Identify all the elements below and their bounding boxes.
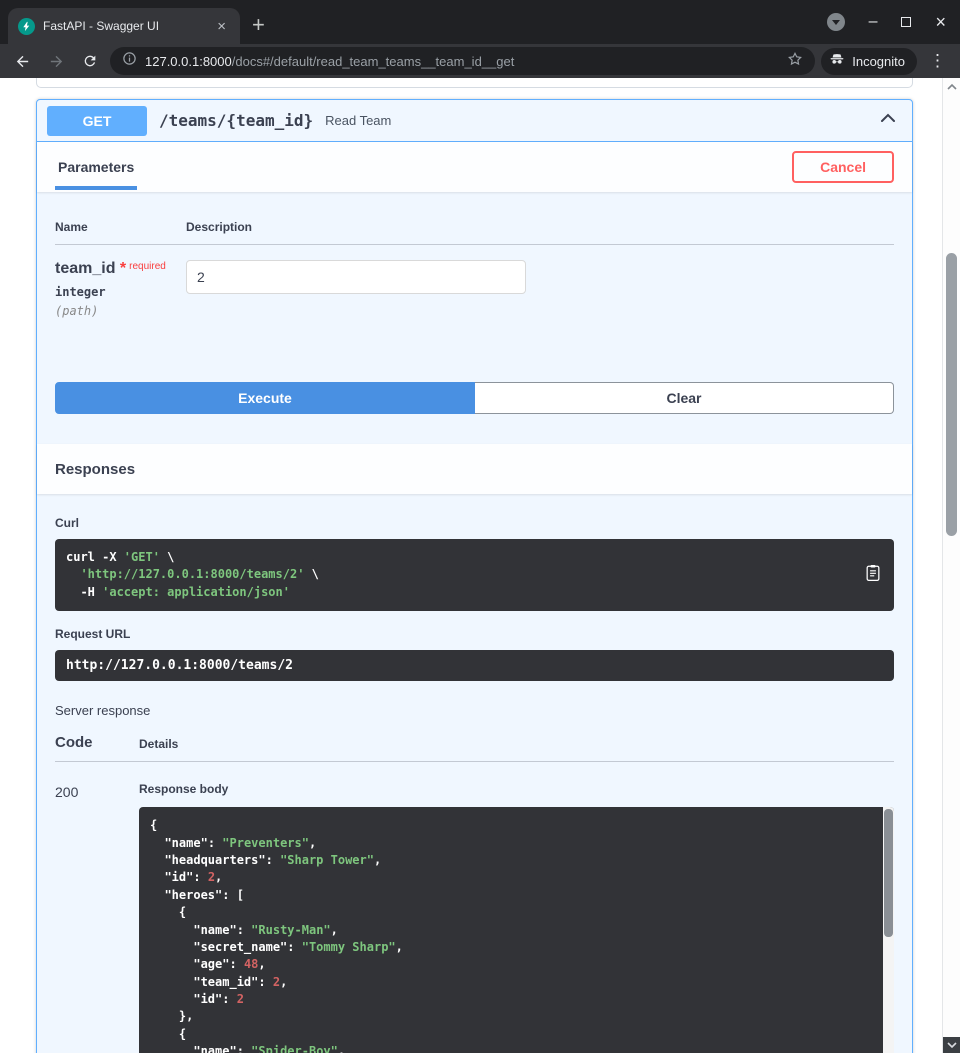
swagger-page: GET /teams/{team_id} Read Team Parameter… xyxy=(0,78,960,1053)
back-button[interactable] xyxy=(8,47,36,75)
reload-button[interactable] xyxy=(76,47,104,75)
response-scrollbar-thumb[interactable] xyxy=(884,809,893,937)
method-badge: GET xyxy=(47,106,147,136)
response-scrollbar[interactable] xyxy=(883,807,894,1053)
minimize-button[interactable]: – xyxy=(869,14,878,30)
response-body-label: Response body xyxy=(139,782,894,796)
parameter-location: (path) xyxy=(55,304,186,318)
parameter-name: team_id *required xyxy=(55,260,186,278)
parameter-type: integer xyxy=(55,285,186,299)
previous-block-edge xyxy=(36,78,913,88)
parameters-table-head: Name Description xyxy=(55,210,894,245)
column-description: Description xyxy=(186,220,894,234)
response-body-block: { "name": "Preventers", "headquarters": … xyxy=(139,807,894,1053)
parameters-header: Parameters Cancel xyxy=(37,142,912,192)
url-text: 127.0.0.1:8000/docs#/default/read_team_t… xyxy=(145,54,779,69)
server-response-label: Server response xyxy=(55,703,894,718)
responses-header: Responses xyxy=(37,444,912,494)
url-host: 127.0.0.1:8000 xyxy=(145,54,232,69)
curl-label: Curl xyxy=(55,516,894,530)
new-tab-button[interactable]: + xyxy=(252,14,265,36)
page-scrollbar-thumb[interactable] xyxy=(946,253,957,536)
tab-parameters: Parameters xyxy=(55,144,137,190)
tab-close-icon[interactable]: × xyxy=(213,17,230,36)
fastapi-favicon-icon xyxy=(18,18,35,35)
column-details: Details xyxy=(139,737,178,751)
clear-button[interactable]: Clear xyxy=(475,382,894,414)
opblock-get-read-team: GET /teams/{team_id} Read Team Parameter… xyxy=(36,99,913,1053)
endpoint-summary: Read Team xyxy=(325,113,391,128)
response-table-head: Code Details xyxy=(55,734,894,762)
request-url-label: Request URL xyxy=(55,627,894,641)
responses-title: Responses xyxy=(55,461,135,478)
browser-update-icon[interactable] xyxy=(827,13,845,31)
parameter-row: team_id *required integer (path) xyxy=(55,245,894,318)
browser-menu-icon[interactable]: ⋮ xyxy=(923,51,952,71)
site-info-icon[interactable] xyxy=(122,51,137,71)
column-code: Code xyxy=(55,734,139,751)
scroll-up-icon[interactable] xyxy=(943,82,960,92)
incognito-label: Incognito xyxy=(852,54,905,69)
copy-icon[interactable] xyxy=(861,561,885,590)
execute-button[interactable]: Execute xyxy=(55,382,475,414)
responses-body: Curl curl -X 'GET' \ 'http://127.0.0.1:8… xyxy=(37,494,912,1053)
collapse-chevron-icon[interactable] xyxy=(874,104,902,137)
url-path: /docs#/default/read_team_teams__team_id_… xyxy=(232,54,515,69)
incognito-badge: Incognito xyxy=(821,48,917,75)
maximize-button[interactable] xyxy=(901,17,911,27)
request-url-value: http://127.0.0.1:8000/teams/2 xyxy=(55,650,894,681)
execute-row: Execute Clear xyxy=(55,382,894,414)
required-star: * xyxy=(120,260,126,277)
status-code: 200 xyxy=(55,782,139,1053)
curl-code: curl -X 'GET' \ 'http://127.0.0.1:8000/t… xyxy=(55,539,894,611)
browser-address-bar: 127.0.0.1:8000/docs#/default/read_team_t… xyxy=(0,44,960,78)
window-close-button[interactable]: × xyxy=(935,13,946,31)
response-row: 200 Response body { "name": "Preventers"… xyxy=(55,782,894,1053)
parameters-body: Name Description team_id *required integ… xyxy=(37,192,912,444)
curl-block: curl -X 'GET' \ 'http://127.0.0.1:8000/t… xyxy=(55,539,894,611)
column-name: Name xyxy=(55,220,186,234)
browser-tab[interactable]: FastAPI - Swagger UI × xyxy=(8,8,240,44)
browser-tab-bar: FastAPI - Swagger UI × + – × xyxy=(0,0,960,44)
tab-title: FastAPI - Swagger UI xyxy=(43,19,205,33)
opblock-summary[interactable]: GET /teams/{team_id} Read Team xyxy=(37,100,912,142)
incognito-spy-icon xyxy=(828,50,846,73)
endpoint-path: /teams/{team_id} xyxy=(159,111,313,130)
required-label: required xyxy=(129,261,166,272)
response-body-code: { "name": "Preventers", "headquarters": … xyxy=(139,807,894,1053)
page-scrollbar[interactable] xyxy=(942,78,960,1053)
cancel-button[interactable]: Cancel xyxy=(792,151,894,183)
forward-button[interactable] xyxy=(42,47,70,75)
team-id-input[interactable] xyxy=(186,260,526,294)
url-bar[interactable]: 127.0.0.1:8000/docs#/default/read_team_t… xyxy=(110,47,815,75)
bookmark-star-icon[interactable] xyxy=(787,51,803,72)
scroll-down-icon[interactable] xyxy=(943,1037,960,1053)
